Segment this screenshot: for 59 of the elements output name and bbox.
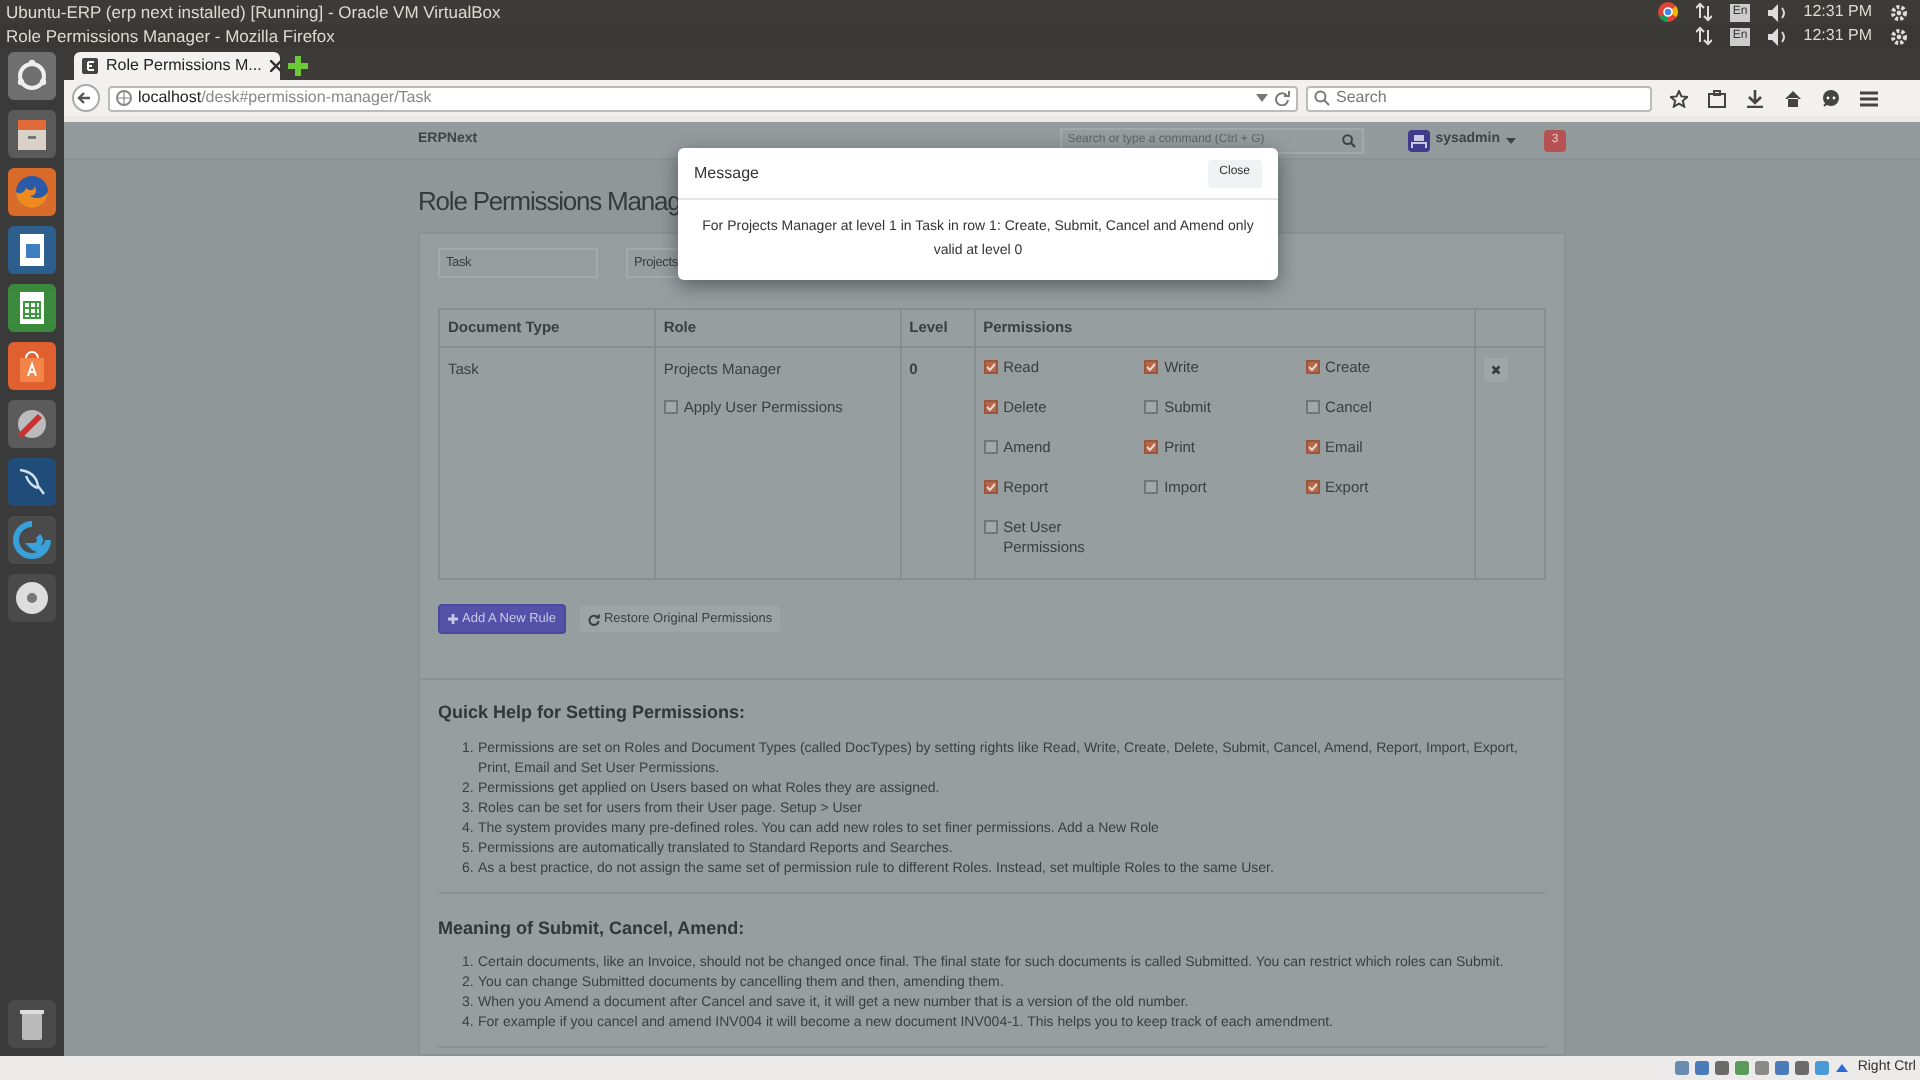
dialog-title: Message (694, 161, 759, 185)
back-icon[interactable] (72, 84, 100, 112)
file-cabinet-icon[interactable] (7, 110, 57, 160)
delete-icon[interactable] (1484, 358, 1509, 382)
caret-icon (1506, 137, 1516, 143)
star-icon[interactable] (1670, 89, 1688, 107)
checkbox[interactable] (983, 440, 998, 454)
browser-icon[interactable] (1658, 2, 1679, 22)
refresh-icon (587, 613, 600, 625)
checkbox[interactable] (1305, 480, 1320, 494)
globe-icon (116, 90, 132, 106)
close-icon[interactable] (269, 60, 282, 72)
volume-icon[interactable] (1767, 3, 1786, 21)
shopping-bag-icon[interactable] (7, 342, 57, 392)
ubuntu-logo-icon[interactable] (7, 52, 57, 102)
search-icon (1341, 133, 1356, 147)
checkbox[interactable] (983, 480, 998, 494)
new-tab-icon[interactable] (288, 56, 308, 76)
reload-icon[interactable] (1274, 90, 1290, 106)
download-icon[interactable] (1746, 89, 1764, 107)
search-field[interactable]: Search (1306, 85, 1652, 111)
dropdown-icon[interactable] (1256, 94, 1268, 102)
window-title: Role Permissions Manager - Mozilla Firefox (6, 23, 335, 49)
tab-title: Role Permissions M... (106, 54, 262, 78)
search-icon (1314, 90, 1330, 106)
search-input[interactable]: Search (1336, 86, 1644, 110)
home-icon[interactable] (1784, 89, 1802, 107)
volume-icon[interactable] (1767, 27, 1786, 45)
clock[interactable]: 12:31 PM (1803, 24, 1872, 48)
checkbox[interactable] (1144, 360, 1159, 374)
checkbox[interactable] (1144, 400, 1159, 414)
checkbox[interactable] (663, 400, 678, 415)
swirl-icon[interactable] (7, 516, 57, 566)
checkbox[interactable] (1305, 440, 1320, 454)
window-title: Ubuntu-ERP (erp next installed) [Running] - Oracle VM VirtualBox (6, 0, 501, 25)
browser-tab[interactable]: Role Permissions M... (74, 52, 280, 80)
clock[interactable]: 12:31 PM (1803, 0, 1872, 24)
checkbox[interactable] (1144, 440, 1159, 454)
chat-bubble-icon[interactable] (1822, 89, 1840, 107)
site-favicon-icon (82, 58, 98, 74)
avatar-icon[interactable] (1407, 129, 1430, 151)
presentation-doc-icon[interactable] (7, 226, 57, 276)
menu-icon[interactable] (1860, 89, 1878, 107)
plus-icon (448, 614, 458, 624)
checkbox[interactable] (983, 360, 998, 374)
address-bar[interactable]: localhost/desk#permission-manager/Task (108, 85, 1298, 111)
trash-icon[interactable] (7, 1000, 57, 1050)
clipboard-icon[interactable] (1708, 89, 1726, 107)
section-heading: Quick Help for Setting Permissions: (438, 700, 748, 726)
checkbox[interactable] (983, 400, 998, 414)
checkbox[interactable] (1144, 480, 1159, 494)
section-heading: Meaning of Submit, Cancel, Amend: (438, 915, 747, 942)
spreadsheet-icon[interactable] (7, 284, 57, 334)
checkbox[interactable] (983, 520, 998, 534)
url-text: localhost/desk#permission-manager/Task (138, 86, 434, 110)
arrow-icon[interactable] (1833, 1060, 1850, 1076)
checkbox[interactable] (1305, 400, 1320, 414)
firefox-icon[interactable] (7, 168, 57, 218)
checkbox[interactable] (1305, 360, 1320, 374)
